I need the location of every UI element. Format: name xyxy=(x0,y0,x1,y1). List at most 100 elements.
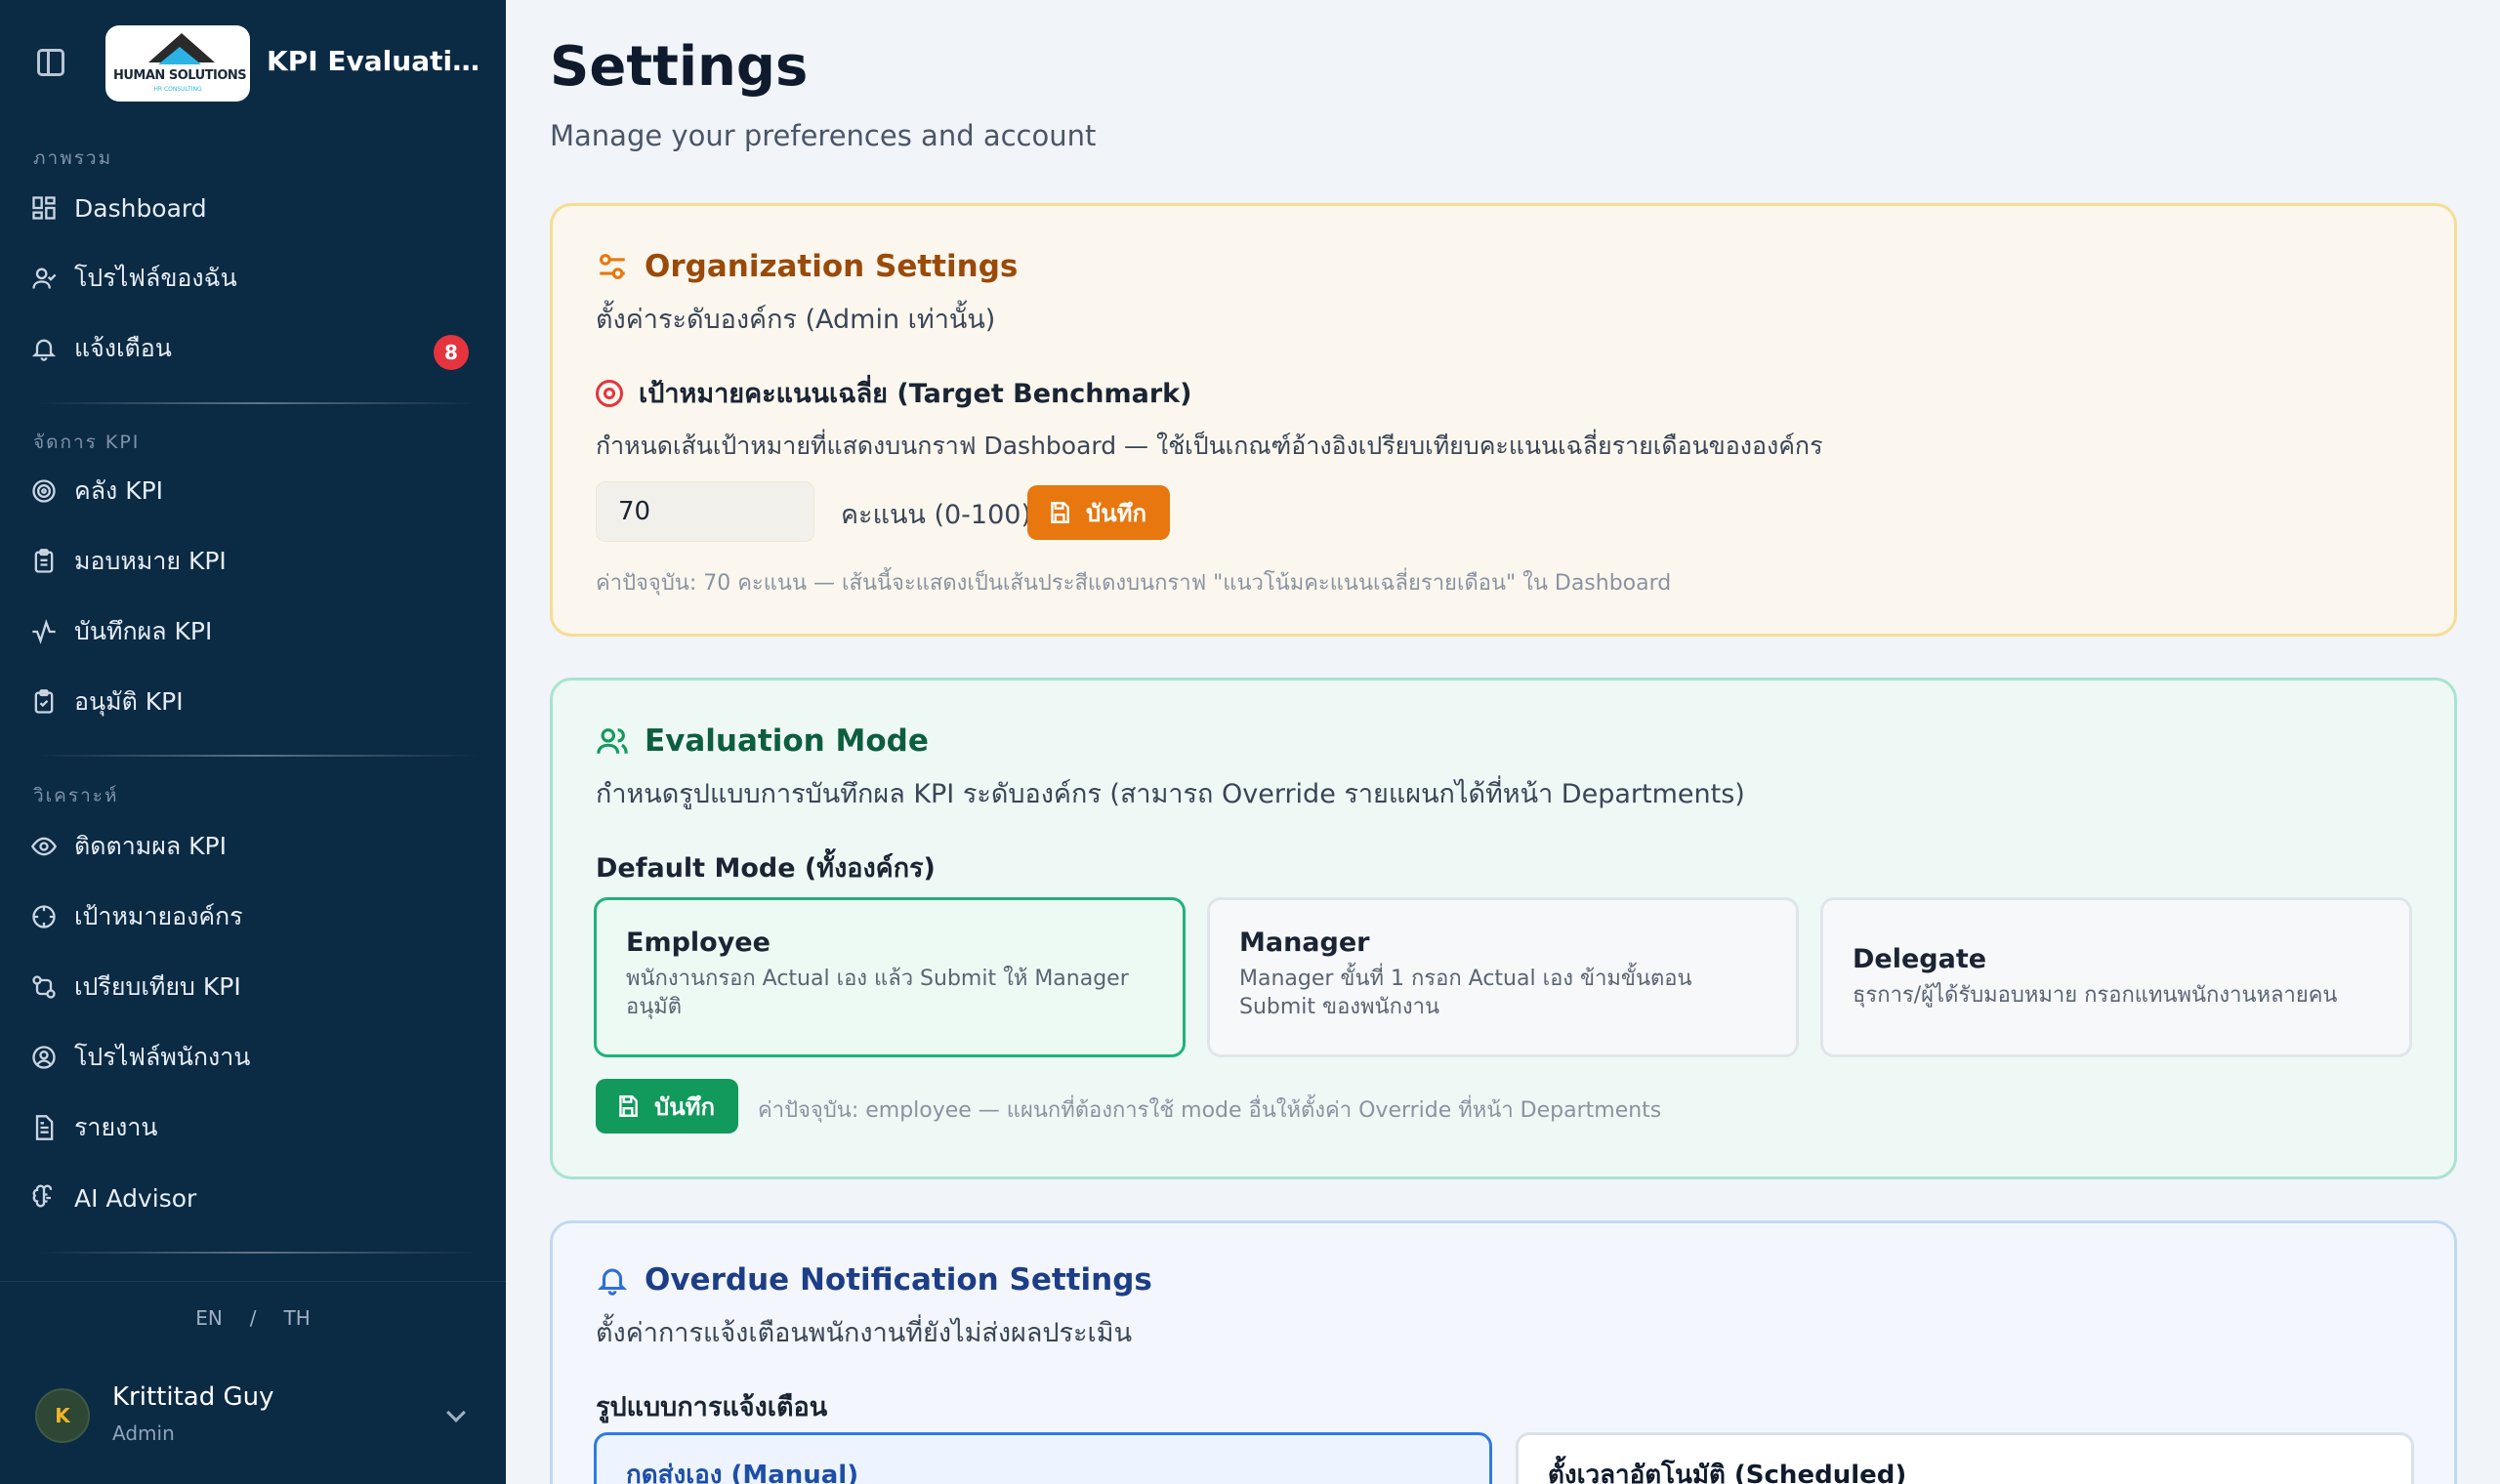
org-settings-title: Organization Settings xyxy=(645,249,1019,284)
sidebar-item-reports[interactable]: รายงาน xyxy=(25,1098,480,1157)
sidebar-item-track-kpi[interactable]: ติดตามผล KPI xyxy=(25,817,480,876)
eval-mode-hint: ค่าปัจจุบัน: employee — แผนกที่ต้องการใช… xyxy=(758,1098,1662,1123)
organization-settings-card: Organization Settings ตั้งค่าระดับองค์กร… xyxy=(550,203,2457,637)
language-switcher: EN / TH xyxy=(0,1306,506,1330)
eval-mode-header: Evaluation Mode xyxy=(596,723,929,759)
sidebar-item-ai-advisor[interactable]: AI Advisor xyxy=(25,1169,480,1227)
dashboard-icon xyxy=(29,193,59,223)
notif-header: Overdue Notification Settings xyxy=(596,1262,1152,1298)
brain-icon xyxy=(29,1183,59,1213)
app-title: KPI Evaluation ... xyxy=(267,45,486,77)
section-label-analytics: วิเคราะห์ xyxy=(33,785,119,806)
sidebar-item-label: บันทึกผล KPI xyxy=(74,617,213,645)
lang-th[interactable]: TH xyxy=(284,1306,311,1330)
activity-icon xyxy=(29,617,59,646)
save-icon xyxy=(619,1095,638,1117)
benchmark-input[interactable] xyxy=(596,481,814,542)
logo-text: HUMAN SOLUTIONS xyxy=(113,68,247,83)
default-mode-label: Default Mode (ทั้งองค์กร) xyxy=(596,853,936,884)
save-label: บันทึก xyxy=(1086,499,1146,527)
sidebar-item-kpi-library[interactable]: คลัง KPI xyxy=(25,462,480,520)
sidebar-divider xyxy=(35,402,479,404)
mode-option-employee[interactable]: Employee พนักงานกรอก Actual เอง แล้ว Sub… xyxy=(594,897,1186,1057)
evaluation-mode-card: Evaluation Mode กำหนดรูปแบบการบันทึกผล K… xyxy=(550,678,2457,1179)
page-subtitle: Manage your preferences and account xyxy=(550,119,1097,152)
sidebar-item-record-kpi[interactable]: บันทึกผล KPI xyxy=(25,602,480,661)
lang-en[interactable]: EN xyxy=(195,1306,223,1330)
file-text-icon xyxy=(29,1113,59,1142)
sidebar-divider xyxy=(35,755,479,757)
save-benchmark-button[interactable]: บันทึก xyxy=(1027,485,1170,540)
notif-desc: ตั้งค่าการแจ้งเตือนพนักงานที่ยังไม่ส่งผล… xyxy=(596,1318,1133,1348)
sidebar-item-label: Dashboard xyxy=(74,193,207,223)
sidebar-item-label: AI Advisor xyxy=(74,1183,197,1213)
sidebar-item-employee-profile[interactable]: โปรไฟล์พนักงาน xyxy=(25,1028,480,1087)
sliders-icon xyxy=(600,254,625,279)
sidebar-item-label: เปรียบเทียบ KPI xyxy=(74,972,241,1001)
notif-format-label: รูปแบบการแจ้งเตือน xyxy=(596,1392,828,1422)
mode-title: Manager xyxy=(1239,928,1370,958)
logo: HUMAN SOLUTIONS HR CONSULTING xyxy=(105,25,250,102)
sidebar: HUMAN SOLUTIONS HR CONSULTING KPI Evalua… xyxy=(0,0,506,1484)
user-circle-icon xyxy=(29,1043,59,1072)
sidebar-item-notifications[interactable]: แจ้งเตือน 8 xyxy=(25,319,480,378)
mode-option-delegate[interactable]: Delegate ธุรการ/ผู้ได้รับมอบหมาย กรอกแทน… xyxy=(1820,897,2412,1057)
sidebar-item-label: แจ้งเตือน xyxy=(74,334,172,362)
sidebar-item-approve-kpi[interactable]: อนุมัติ KPI xyxy=(25,673,480,731)
sidebar-item-label: อนุมัติ KPI xyxy=(74,687,184,716)
org-settings-header: Organization Settings xyxy=(596,249,1018,284)
lang-separator: / xyxy=(249,1306,257,1330)
save-label: บันทึก xyxy=(654,1092,715,1121)
bell-icon xyxy=(597,1268,628,1296)
clipboard-list-icon xyxy=(29,547,59,576)
clipboard-check-icon xyxy=(29,687,59,717)
sidebar-item-my-profile[interactable]: โปรไฟล์ของฉัน xyxy=(25,249,480,308)
notif-option-manual[interactable]: กดส่งเอง (Manual) xyxy=(594,1432,1492,1484)
section-label-kpi-management: จัดการ KPI xyxy=(33,432,141,453)
target-icon xyxy=(596,379,623,407)
eval-mode-desc: กำหนดรูปแบบการบันทึกผล KPI ระดับองค์กร (… xyxy=(596,779,1745,809)
sidebar-item-dashboard[interactable]: Dashboard xyxy=(25,179,480,237)
user-role: Admin xyxy=(112,1422,175,1445)
sidebar-item-label: โปรไฟล์ของฉัน xyxy=(74,264,237,292)
sidebar-item-assign-kpi[interactable]: มอบหมาย KPI xyxy=(25,532,480,591)
mode-title: Delegate xyxy=(1853,944,1987,975)
user-name[interactable]: Krittitad Guy xyxy=(112,1382,273,1412)
save-eval-mode-button[interactable]: บันทึก xyxy=(596,1079,738,1134)
sidebar-item-label: คลัง KPI xyxy=(74,476,164,505)
benchmark-heading: เป้าหมายคะแนนเฉลี่ย (Target Benchmark) xyxy=(596,372,1191,414)
avatar[interactable]: K xyxy=(35,1388,90,1443)
org-settings-desc: ตั้งค่าระดับองค์กร (Admin เท่านั้น) xyxy=(596,305,996,335)
sidebar-toggle-icon[interactable] xyxy=(37,49,64,76)
benchmark-desc: กำหนดเส้นเป้าหมายที่แสดงบนกราฟ Dashboard… xyxy=(596,432,1823,460)
benchmark-unit-label: คะแนน (0-100) xyxy=(841,500,1031,530)
crosshair-icon xyxy=(29,902,59,931)
notif-option-scheduled[interactable]: ตั้งเวลาอัตโนมัติ (Scheduled) xyxy=(1516,1432,2414,1484)
notif-title: Overdue Notification Settings xyxy=(645,1262,1152,1298)
sidebar-item-label: เป้าหมายองค์กร xyxy=(74,902,243,930)
mode-option-manager[interactable]: Manager Manager ขั้นที่ 1 กรอก Actual เอ… xyxy=(1207,897,1799,1057)
chevron-down-icon[interactable] xyxy=(446,1403,466,1422)
mode-desc: พนักงานกรอก Actual เอง แล้ว Submit ให้ M… xyxy=(626,967,1129,1019)
page-title: Settings xyxy=(550,35,809,99)
sidebar-footer-divider xyxy=(0,1281,506,1282)
compare-icon xyxy=(29,972,59,1002)
sidebar-item-label: โปรไฟล์พนักงาน xyxy=(74,1043,251,1071)
logo-subtext: HR CONSULTING xyxy=(153,86,202,93)
sidebar-item-label: รายงาน xyxy=(74,1113,158,1141)
notification-count-badge: 8 xyxy=(434,335,469,370)
eye-icon xyxy=(29,832,59,861)
sidebar-item-label: มอบหมาย KPI xyxy=(74,547,227,575)
mode-desc: Manager ขั้นที่ 1 กรอก Actual เอง ข้ามขั… xyxy=(1239,967,1692,1019)
user-icon xyxy=(29,264,59,293)
users-icon xyxy=(597,728,628,754)
sidebar-divider xyxy=(35,1252,479,1254)
sidebar-item-label: ติดตามผล KPI xyxy=(74,832,227,860)
bell-icon xyxy=(29,334,59,363)
eval-mode-title: Evaluation Mode xyxy=(645,723,929,759)
mode-title: Employee xyxy=(626,928,771,958)
sidebar-item-compare-kpi[interactable]: เปรียบเทียบ KPI xyxy=(25,958,480,1016)
benchmark-hint: ค่าปัจจุบัน: 70 คะแนน — เส้นนี้จะแสดงเป็… xyxy=(596,571,1672,596)
sidebar-item-org-goals[interactable]: เป้าหมายองค์กร xyxy=(25,887,480,946)
target-icon xyxy=(29,476,59,506)
